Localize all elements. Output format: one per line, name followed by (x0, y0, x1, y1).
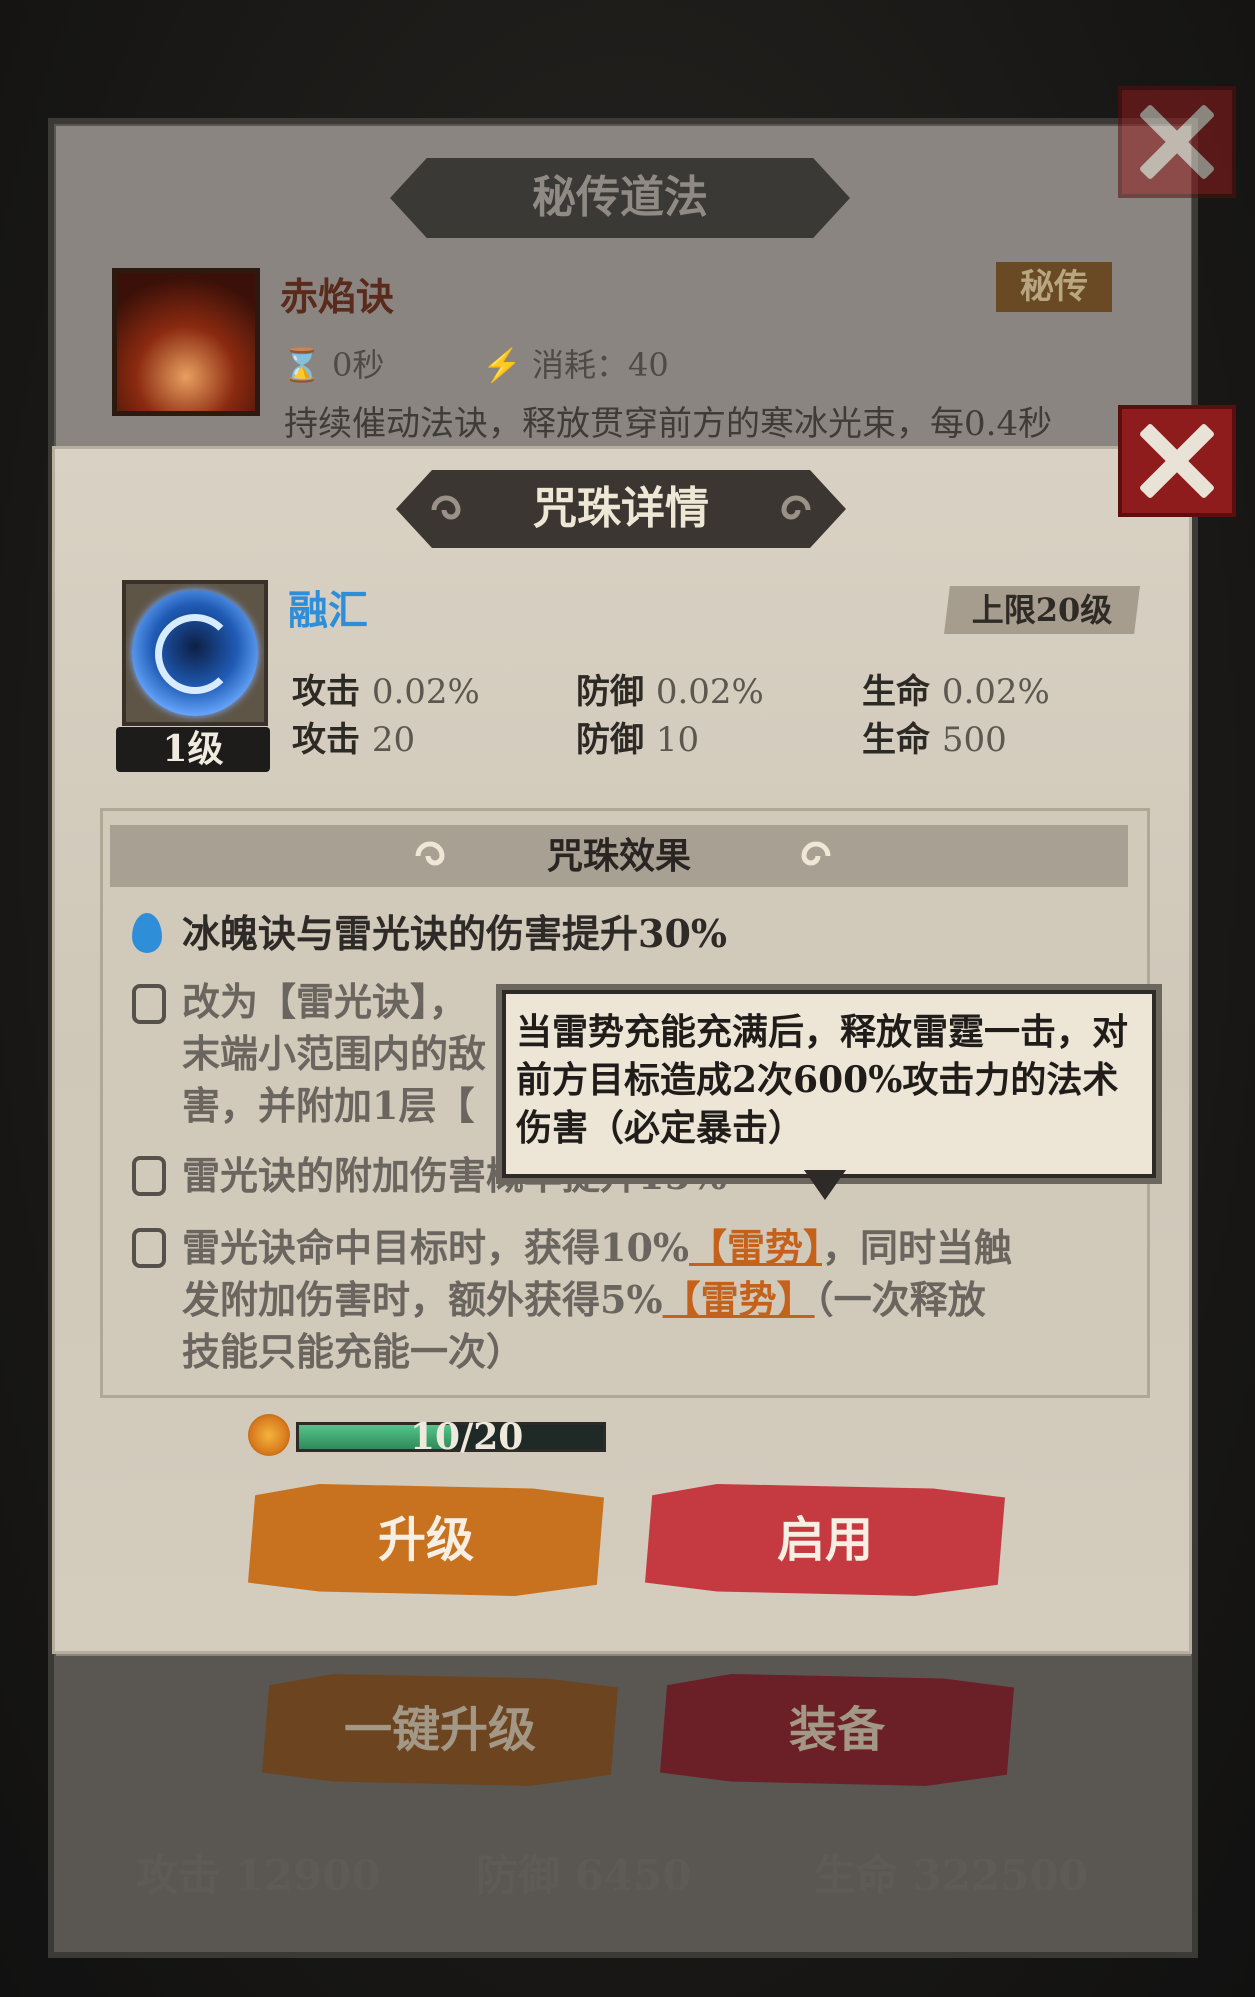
stat-life-percent: 生命 0.02% (862, 672, 1050, 712)
total-defense: 防御 6450 (476, 1851, 692, 1900)
effect-4-line3: 技能只能充能一次） (182, 1329, 525, 1374)
lock-icon (132, 984, 166, 1024)
stat-defense-percent: 防御 0.02% (576, 672, 764, 712)
cooldown-value: 0秒 (332, 346, 385, 384)
thunder-tag-link[interactable]: 【雷势】 (689, 1225, 822, 1270)
lock-icon (132, 1228, 166, 1268)
effect-2-line2: 末端小范围内的敌 (182, 1031, 487, 1076)
effect-2-line3: 害，并附加1层【 (182, 1083, 475, 1128)
enable-button[interactable]: 启用 (645, 1484, 1005, 1596)
cost: ⚡ 消耗：40 (482, 340, 669, 386)
upgrade-button[interactable]: 升级 (248, 1484, 604, 1596)
detail-title: 咒珠详情 (533, 483, 709, 534)
equip-button[interactable]: 装备 (660, 1674, 1014, 1786)
close-icon[interactable] (1118, 405, 1236, 517)
bead-glyph (155, 614, 235, 694)
effect-1: 冰魄诀与雷光诀的伤害提升30% (182, 911, 727, 956)
upgrade-material-icon (248, 1414, 290, 1456)
skill-icon (112, 268, 260, 416)
skill-description: 持续催动法诀，释放贯穿前方的寒冰光束，每0.4秒 (284, 404, 1053, 444)
stat-attack-percent: 攻击 0.02% (292, 672, 480, 712)
total-attack: 攻击 12900 (136, 1851, 381, 1900)
cooldown: ⌛ 0秒 (282, 340, 384, 386)
tooltip-text: 当雷势充能充满后，释放雷霆一击，对 前方目标造成2次600%攻击力的法术 伤害（… (516, 1011, 1129, 1149)
thunder-tag-link[interactable]: 【雷势】 (663, 1277, 815, 1322)
cost-value: 消耗：40 (532, 346, 669, 384)
secret-badge: 秘传 (996, 262, 1112, 312)
level-cap-badge: 上限20级 (944, 586, 1140, 634)
effect-4-line1: 雷光诀命中目标时，获得10%【雷势】，同时当触 (182, 1225, 1013, 1270)
upgrade-all-button[interactable]: 一键升级 (262, 1674, 618, 1786)
lightning-icon: ⚡ (482, 346, 522, 384)
bead-level: 1级 (116, 727, 270, 772)
skill-name: 赤焰诀 (280, 274, 395, 319)
back-panel-title: 秘传道法 (532, 172, 708, 223)
back-close-icon[interactable] (1118, 86, 1236, 198)
lock-icon (132, 1156, 166, 1196)
effect-2-line1: 改为【雷光诀】， (182, 979, 468, 1024)
stat-defense-flat: 防御 10 (576, 720, 700, 760)
effects-title: 咒珠效果 (546, 835, 691, 877)
progress-text: 10/20 (410, 1416, 524, 1458)
hourglass-icon: ⌛ (282, 346, 322, 384)
stat-life-flat: 生命 500 (862, 720, 1007, 760)
total-life: 生命 322500 (814, 1851, 1088, 1900)
water-drop-icon (132, 913, 162, 953)
effect-4-line2: 发附加伤害时，额外获得5%【雷势】（一次释放 (182, 1277, 986, 1322)
bead-name: 融汇 (288, 587, 368, 634)
stat-attack-flat: 攻击 20 (292, 720, 416, 760)
